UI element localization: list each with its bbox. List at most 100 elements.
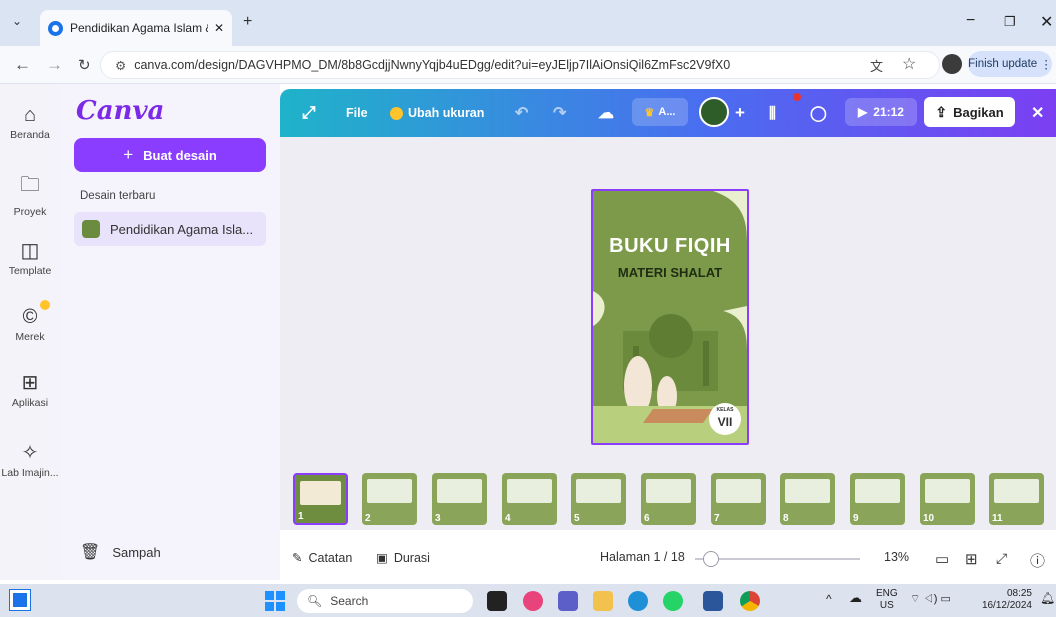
resize-button[interactable]: Ubah ukuran bbox=[390, 89, 484, 137]
close-window-icon[interactable]: ✕ bbox=[1040, 12, 1053, 32]
taskbar-search[interactable]: 🔍︎ Search bbox=[297, 589, 473, 613]
close-tab-icon[interactable]: ✕ bbox=[214, 21, 224, 35]
start-button-icon[interactable] bbox=[265, 591, 285, 611]
rail-item-aplikasi[interactable]: ⊞ Aplikasi bbox=[0, 370, 60, 409]
home-icon: ⌂ bbox=[23, 104, 37, 126]
back-icon[interactable]: ← bbox=[14, 55, 31, 75]
design-page[interactable]: BUKU FIQIH MATERI SHALAT KELAS VII bbox=[591, 189, 749, 445]
start-pane bbox=[265, 602, 274, 611]
thumbnail-preview bbox=[925, 479, 970, 503]
notes-button[interactable]: ✎ Catatan bbox=[292, 550, 352, 566]
page-thumbnail[interactable]: 4 bbox=[502, 473, 557, 525]
collaborator-avatar[interactable] bbox=[699, 97, 729, 127]
wifi-volume-battery-icon[interactable]: ⌔ ◁) ▭ bbox=[910, 593, 951, 605]
page-thumbnail[interactable]: 9 bbox=[850, 473, 905, 525]
rail-item-template[interactable]: ◫ Template bbox=[0, 238, 60, 277]
site-info-icon[interactable]: ⚙ bbox=[115, 58, 126, 73]
minimize-icon[interactable]: − bbox=[966, 12, 975, 30]
rail-item-merek[interactable]: © Merek bbox=[0, 306, 60, 343]
taskview-icon[interactable] bbox=[487, 591, 507, 611]
restore-icon[interactable]: ❐ bbox=[1004, 14, 1016, 30]
trash-icon: 🗑 bbox=[80, 544, 101, 561]
page-thumbnail[interactable]: 5 bbox=[571, 473, 626, 525]
present-time: 21:12 bbox=[873, 105, 904, 119]
tab-list-dropdown-icon[interactable]: ⌄ bbox=[12, 14, 22, 28]
word-icon[interactable] bbox=[703, 591, 723, 611]
close-editor-icon[interactable]: ✕ bbox=[1031, 89, 1044, 137]
page-thumbnail[interactable]: 8 bbox=[780, 473, 835, 525]
expand-menu-icon[interactable]: ⤢ bbox=[302, 89, 316, 137]
create-design-button[interactable]: + Buat desain bbox=[74, 138, 266, 172]
magic-lab-icon: ✧ bbox=[21, 442, 39, 464]
thumbnail-number: 1 bbox=[298, 511, 304, 522]
browser-tab[interactable]: Pendidikan Agama Islam & bud ✕ bbox=[40, 10, 232, 46]
page-thumbnail[interactable]: 10 bbox=[920, 473, 975, 525]
onedrive-sync-icon[interactable]: ☁ bbox=[849, 591, 862, 604]
address-bar[interactable]: ⚙ canva.com/design/DAGVHPMO_DM/8b8GcdjjN… bbox=[100, 51, 940, 79]
new-tab-icon[interactable]: + bbox=[243, 13, 252, 31]
duration-label: Durasi bbox=[393, 550, 430, 565]
present-button[interactable]: ▶ 21:12 bbox=[845, 98, 917, 126]
file-menu[interactable]: File bbox=[346, 89, 368, 137]
thumbnail-number: 5 bbox=[574, 513, 580, 524]
comment-icon[interactable]: ◯ bbox=[810, 89, 827, 137]
redo-icon[interactable]: ↷ bbox=[553, 89, 566, 137]
trash-button[interactable]: 🗑 Sampah bbox=[80, 542, 161, 562]
clock[interactable]: 08:25 16/12/2024 bbox=[980, 588, 1032, 612]
account-button[interactable]: ♛ A... bbox=[632, 98, 688, 126]
widgets-icon[interactable] bbox=[9, 589, 31, 611]
reload-icon[interactable]: ↻ bbox=[78, 56, 91, 74]
zoom-slider-track[interactable] bbox=[695, 558, 860, 560]
forward-icon[interactable]: → bbox=[46, 55, 63, 75]
start-pane bbox=[276, 591, 285, 600]
bookmark-star-icon[interactable]: ☆ bbox=[902, 54, 916, 74]
page-thumbnail[interactable]: 1 bbox=[293, 473, 348, 525]
file-explorer-icon[interactable] bbox=[593, 591, 613, 611]
rail-item-lab-imajinasi[interactable]: ✧ Lab Imajin... bbox=[0, 440, 60, 479]
zoom-level[interactable]: 13% bbox=[884, 550, 909, 564]
whatsapp-icon[interactable] bbox=[663, 591, 683, 611]
copilot-icon[interactable] bbox=[523, 591, 543, 611]
crown-icon bbox=[390, 106, 403, 120]
recent-design-item[interactable]: Pendidikan Agama Isla... bbox=[74, 212, 266, 246]
brand-icon: © bbox=[22, 306, 38, 328]
cover-title: BUKU FIQIH bbox=[609, 235, 731, 257]
rail-label: Template bbox=[8, 265, 52, 277]
canva-logo[interactable]: Canva bbox=[76, 96, 164, 126]
thumbnail-preview bbox=[367, 479, 412, 503]
page-thumbnail[interactable]: 3 bbox=[432, 473, 487, 525]
insights-chart-icon[interactable]: ⫼ bbox=[769, 89, 776, 137]
language-indicator[interactable]: ENG US bbox=[876, 588, 898, 612]
profile-avatar[interactable] bbox=[942, 54, 962, 74]
rail-label: Aplikasi bbox=[11, 397, 49, 409]
thumbnail-number: 3 bbox=[435, 513, 441, 524]
translate-icon[interactable]: 文 bbox=[870, 56, 883, 75]
page-view-icon[interactable]: ▭ bbox=[935, 550, 949, 568]
clock-date: 16/12/2024 bbox=[981, 600, 1032, 611]
help-icon[interactable]: ⓘ bbox=[1030, 550, 1045, 571]
page-thumbnail[interactable]: 7 bbox=[711, 473, 766, 525]
finish-update-button[interactable]: Finish update ⋮ bbox=[968, 51, 1052, 77]
notification-bell-icon[interactable]: 🔔︎ bbox=[1040, 592, 1055, 604]
add-collaborator-icon[interactable]: + bbox=[735, 89, 745, 137]
thumbnail-number: 2 bbox=[365, 513, 371, 524]
page-thumbnail[interactable]: 11 bbox=[989, 473, 1044, 525]
chrome-icon[interactable] bbox=[740, 591, 760, 611]
duration-button[interactable]: ▣ Durasi bbox=[376, 550, 430, 566]
share-button[interactable]: ⇪ Bagikan bbox=[924, 97, 1015, 127]
rail-item-beranda[interactable]: ⌂ Beranda bbox=[0, 104, 60, 141]
fullscreen-icon[interactable]: ⤢ bbox=[996, 550, 1007, 567]
page-thumbnail[interactable]: 2 bbox=[362, 473, 417, 525]
thumbnail-preview bbox=[855, 479, 900, 503]
duration-icon: ▣ bbox=[376, 551, 388, 565]
page-thumbnail[interactable]: 6 bbox=[641, 473, 696, 525]
grid-view-icon[interactable]: ⊞ bbox=[965, 550, 978, 568]
lang-bottom: US bbox=[879, 600, 894, 611]
rail-item-proyek[interactable]: 🗀 Proyek bbox=[0, 170, 60, 218]
edge-icon[interactable] bbox=[628, 591, 648, 611]
teams-icon[interactable] bbox=[558, 591, 578, 611]
show-hidden-icons-icon[interactable]: ^ bbox=[826, 593, 832, 605]
rail-label: Proyek bbox=[13, 206, 47, 218]
cloud-saved-icon[interactable]: ☁ bbox=[598, 89, 614, 137]
undo-icon[interactable]: ↶ bbox=[515, 89, 528, 137]
